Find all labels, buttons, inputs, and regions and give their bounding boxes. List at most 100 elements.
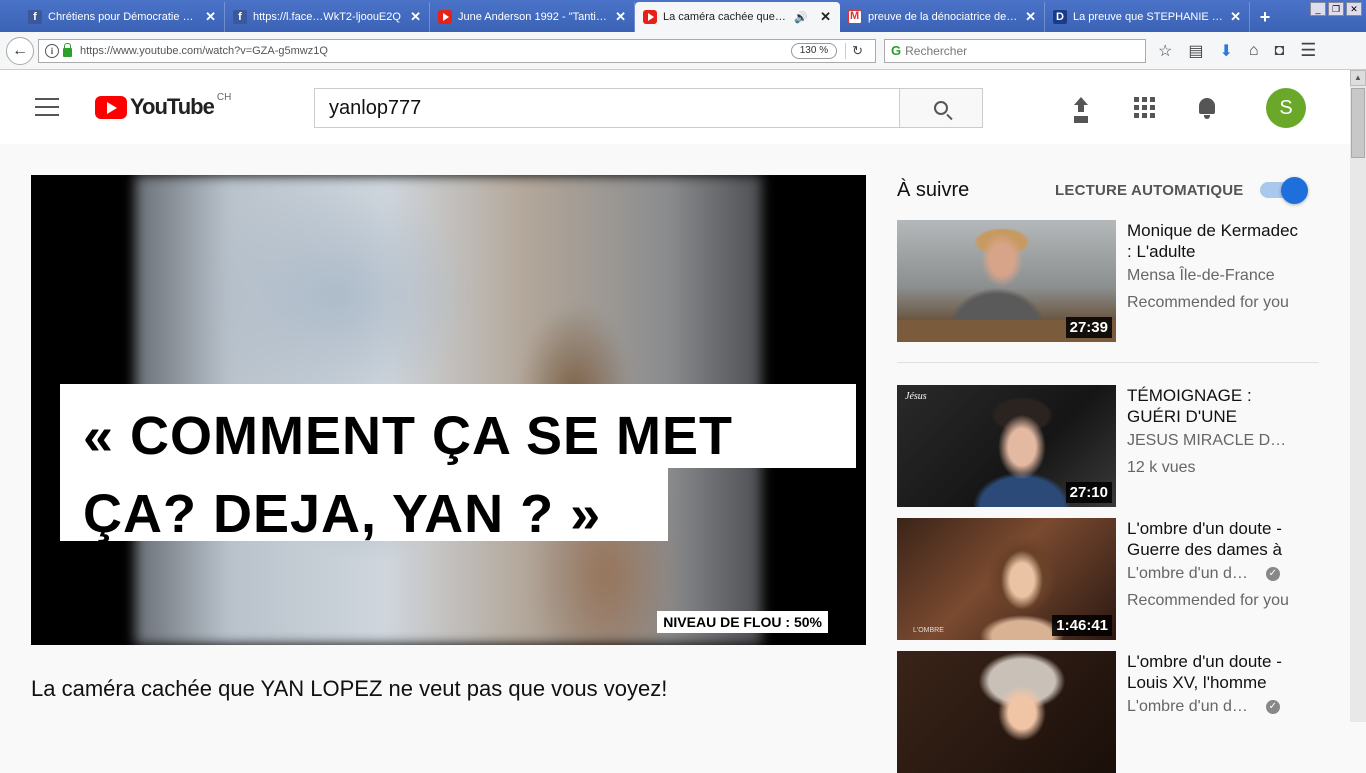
close-tab-icon[interactable]: ✕ [615, 9, 626, 25]
search-query: yanlop777 [329, 96, 422, 119]
recommended-video[interactable]: 27:39 Monique de Kermadec : L'adulte Men… [897, 220, 1317, 342]
recommended-title[interactable]: Monique de Kermadec : L'adulte [1127, 220, 1307, 262]
verified-icon: ✓ [1265, 567, 1280, 581]
close-tab-icon[interactable]: ✕ [1230, 9, 1241, 25]
back-button[interactable]: ← [6, 36, 34, 65]
dp-icon: D [1053, 10, 1067, 24]
menu-icon[interactable]: ☰ [1300, 40, 1316, 61]
speaker-icon[interactable]: 🔊 [794, 11, 808, 24]
bookmark-star-icon[interactable]: ☆ [1158, 41, 1172, 61]
browser-search-input[interactable]: G Rechercher [884, 38, 1146, 63]
close-tab-icon[interactable]: ✕ [205, 9, 216, 25]
close-tab-icon[interactable]: ✕ [1025, 9, 1036, 25]
video-thumbnail[interactable]: 27:39 [897, 220, 1116, 342]
reload-icon[interactable]: ↻ [845, 42, 869, 59]
tab-title: June Anderson 1992 - "Tanti … [458, 11, 610, 23]
search-icon [934, 101, 948, 115]
channel-name: JESUS MIRACLE D… [1127, 432, 1287, 449]
restore-icon[interactable]: ❐ [1328, 2, 1344, 16]
toolbar-icons: ☆ ▤ ⬇ ⌂ ◘ ☰ [1158, 40, 1316, 61]
apps-grid-icon[interactable] [1134, 97, 1155, 118]
youtube-header: YouTube CH yanlop777 S [0, 70, 1350, 144]
zoom-badge[interactable]: 130 % [790, 42, 838, 59]
close-tab-icon[interactable]: ✕ [820, 9, 831, 25]
facebook-icon: f [28, 10, 42, 24]
youtube-wordmark: YouTube [130, 94, 215, 119]
gmail-icon [848, 10, 862, 24]
browser-tab[interactable]: June Anderson 1992 - "Tanti … ✕ [430, 2, 635, 32]
upload-icon[interactable] [1070, 97, 1092, 119]
video-caption: « COMMENT ÇA SE MET ÇA? DEJA, YAN ? » [83, 397, 843, 553]
search-button[interactable] [899, 88, 983, 128]
hamburger-menu-icon[interactable] [35, 98, 59, 116]
bookmarks-list-icon[interactable]: ▤ [1188, 41, 1203, 61]
window-controls: _ ❐ ✕ [1310, 2, 1362, 16]
recommended-channel[interactable]: L'ombre d'un d… ✓ [1127, 565, 1280, 583]
facebook-icon: f [233, 10, 247, 24]
recommended-meta: Recommended for you [1127, 592, 1289, 609]
tab-title: https://l.face…WkT2-ljoouE2Q [253, 11, 401, 23]
notifications-bell-icon[interactable] [1196, 96, 1218, 120]
video-thumbnail[interactable]: Jésus 27:10 [897, 385, 1116, 507]
close-tab-icon[interactable]: ✕ [410, 9, 421, 25]
recommended-title[interactable]: L'ombre d'un doute - Louis XV, l'homme [1127, 651, 1307, 693]
recommended-video[interactable]: L'ombre d'un doute - Louis XV, l'homme L… [897, 651, 1317, 773]
duration-badge: 1:46:41 [1052, 615, 1112, 636]
browser-tab[interactable]: D La preuve que STEPHANIE … ✕ [1045, 2, 1250, 32]
autoplay-toggle-knob[interactable] [1281, 177, 1308, 204]
recommended-video[interactable]: L'OMBRE 1:46:41 L'ombre d'un doute - Gue… [897, 518, 1317, 640]
tab-title: Chrétiens pour Démocratie dir… [48, 11, 200, 23]
duration-badge: 27:39 [1065, 317, 1112, 338]
search-placeholder: Rechercher [905, 43, 968, 58]
youtube-icon [438, 10, 452, 24]
pocket-icon[interactable]: ◘ [1275, 42, 1285, 60]
channel-name: L'ombre d'un d… [1127, 698, 1248, 715]
browser-tab[interactable]: preuve de la dénociatrice de … ✕ [840, 2, 1045, 32]
recommended-channel[interactable]: JESUS MIRACLE D… [1127, 432, 1286, 450]
lock-icon [63, 43, 72, 57]
blur-level-label: NIVEAU DE FLOU : 50% [657, 611, 828, 633]
recommended-video[interactable]: Jésus 27:10 TÉMOIGNAGE : GUÉRI D'UNE JES… [897, 385, 1317, 507]
address-bar[interactable]: i https://www.youtube.com/watch?v=GZA-g5… [38, 38, 876, 63]
duration-badge: 27:10 [1065, 482, 1112, 503]
close-window-icon[interactable]: ✕ [1346, 2, 1362, 16]
scroll-up-icon[interactable]: ▲ [1350, 70, 1366, 86]
browser-nav-bar: ← i https://www.youtube.com/watch?v=GZA-… [0, 32, 1366, 70]
info-icon[interactable]: i [45, 43, 59, 58]
recommended-title[interactable]: L'ombre d'un doute - Guerre des dames à [1127, 518, 1307, 560]
avatar[interactable]: S [1266, 88, 1306, 128]
recommended-channel[interactable]: Mensa Île-de-France [1127, 267, 1275, 285]
tab-title: preuve de la dénociatrice de … [868, 11, 1020, 23]
recommended-channel[interactable]: L'ombre d'un d… ✓ [1127, 698, 1280, 716]
new-tab-button[interactable]: + [1250, 2, 1280, 32]
tab-title: La preuve que STEPHANIE … [1073, 11, 1223, 23]
youtube-logo[interactable]: YouTube CH [95, 92, 231, 120]
browser-tab[interactable]: f Chrétiens pour Démocratie dir… ✕ [20, 2, 225, 32]
youtube-search-input[interactable]: yanlop777 [314, 88, 900, 128]
url-text[interactable]: https://www.youtube.com/watch?v=GZA-g5mw… [80, 45, 791, 57]
verified-icon: ✓ [1265, 700, 1280, 714]
channel-name: L'ombre d'un d… [1127, 565, 1248, 582]
channel-watermark: L'OMBRE [913, 627, 944, 634]
caption-line: ÇA? DEJA, YAN ? » [83, 484, 602, 544]
channel-watermark: Jésus [905, 391, 927, 402]
recommended-title[interactable]: TÉMOIGNAGE : GUÉRI D'UNE [1127, 385, 1307, 427]
browser-tab[interactable]: f https://l.face…WkT2-ljoouE2Q ✕ [225, 2, 430, 32]
video-thumbnail[interactable]: L'OMBRE 1:46:41 [897, 518, 1116, 640]
search-engine-icon[interactable]: G [891, 43, 901, 58]
download-icon[interactable]: ⬇ [1219, 41, 1232, 61]
browser-tab-bar: f Chrétiens pour Démocratie dir… ✕ f htt… [0, 0, 1366, 32]
home-icon[interactable]: ⌂ [1249, 42, 1259, 60]
youtube-icon [643, 10, 657, 24]
recommended-meta: Recommended for you [1127, 294, 1289, 311]
page-scrollbar[interactable]: ▲ [1350, 70, 1366, 722]
minimize-icon[interactable]: _ [1310, 2, 1326, 16]
up-next-heading: À suivre [897, 179, 970, 201]
recommended-meta: 12 k vues [1127, 459, 1196, 476]
browser-tab-active[interactable]: La caméra cachée que Y… 🔊 ✕ [635, 2, 840, 32]
scrollbar-thumb[interactable] [1351, 88, 1365, 158]
video-thumbnail[interactable] [897, 651, 1116, 773]
channel-name: Mensa Île-de-France [1127, 267, 1275, 284]
caption-line: « COMMENT ÇA SE MET [83, 406, 734, 466]
video-player[interactable]: « COMMENT ÇA SE MET ÇA? DEJA, YAN ? » NI… [31, 175, 866, 645]
